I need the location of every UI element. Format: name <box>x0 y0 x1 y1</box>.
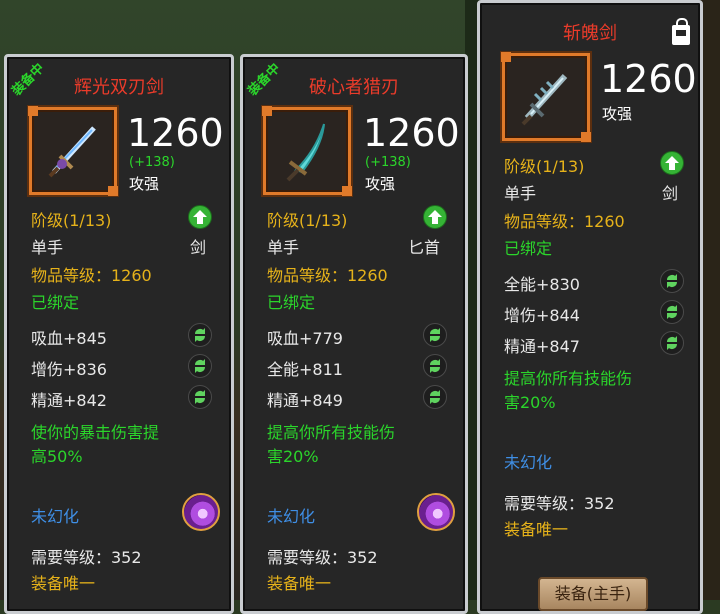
stat-line: 增伤+836 <box>31 360 107 379</box>
item-weapon-type: 匕首 <box>408 238 441 257</box>
reforge-cycle-icon[interactable] <box>423 385 447 409</box>
item-bound: 已绑定 <box>504 239 553 258</box>
item-level: 物品等级：1260 <box>31 266 152 285</box>
item-power-value: 1260 <box>127 111 224 155</box>
power-delta: (+138) <box>129 155 175 170</box>
reforge-cycle-icon[interactable] <box>423 323 447 347</box>
upgrade-arrow-icon[interactable] <box>188 205 212 229</box>
effect-text-line: 高50% <box>31 447 83 466</box>
stat-line: 吸血+845 <box>31 329 107 348</box>
stat-line: 精通+849 <box>267 391 343 410</box>
required-level: 需要等级：352 <box>504 494 615 513</box>
item-tier: 阶级(1/13) <box>267 211 348 230</box>
item-hand: 单手 <box>31 238 64 257</box>
unique-equip: 装备唯一 <box>267 574 332 593</box>
effect-text-line: 提高你所有技能伤 <box>504 369 633 388</box>
item-weapon-type: 剑 <box>190 238 207 257</box>
item-icon-frame[interactable] <box>28 106 118 196</box>
stat-line: 全能+830 <box>504 275 580 294</box>
item-icon-frame[interactable] <box>501 52 591 142</box>
illusion-status: 未幻化 <box>267 507 316 526</box>
transmog-orb-icon[interactable] <box>417 493 455 531</box>
item-level: 物品等级：1260 <box>504 212 625 231</box>
upgrade-arrow-icon[interactable] <box>423 205 447 229</box>
item-bound: 已绑定 <box>31 293 80 312</box>
item-level: 物品等级：1260 <box>267 266 388 285</box>
item-name: 破心者猎刃 <box>309 77 399 98</box>
effect-text-line: 提高你所有技能伤 <box>267 423 396 442</box>
dagger-icon <box>286 123 325 182</box>
stat-line: 全能+811 <box>267 360 343 379</box>
stat-line: 吸血+779 <box>267 329 343 348</box>
power-label: 攻强 <box>129 175 160 193</box>
sword-icon <box>521 73 568 126</box>
equip-main-hand-button[interactable]: 装备(主手) <box>538 577 648 611</box>
item-name: 辉光双刃剑 <box>74 77 164 98</box>
required-level: 需要等级：352 <box>31 548 142 567</box>
item-card-equipped-1[interactable]: 装备中 辉光双刃剑 1260 (+138) 攻强 阶级(1/13) 单手 剑 物… <box>4 54 234 614</box>
reforge-cycle-icon[interactable] <box>660 269 684 293</box>
stat-line: 精通+842 <box>31 391 107 410</box>
item-card-equipped-2[interactable]: 装备中 破心者猎刃 1260 (+138) 攻强 阶级(1/13) 单手 匕首 … <box>240 54 468 614</box>
reforge-cycle-icon[interactable] <box>660 331 684 355</box>
item-hand: 单手 <box>267 238 300 257</box>
item-card-candidate[interactable]: 斩魄剑 1260 攻强 阶级(1/13) 单手 剑 物品等级：1260 已绑定 … <box>477 0 703 614</box>
item-weapon-type: 剑 <box>662 184 679 203</box>
reforge-cycle-icon[interactable] <box>188 354 212 378</box>
item-icon-frame[interactable] <box>262 106 352 196</box>
effect-text-line: 害20% <box>504 393 556 412</box>
transmog-orb-icon[interactable] <box>182 493 220 531</box>
illusion-status: 未幻化 <box>504 453 553 472</box>
lock-icon[interactable] <box>672 18 690 45</box>
reforge-cycle-icon[interactable] <box>188 385 212 409</box>
power-label: 攻强 <box>602 105 633 123</box>
required-level: 需要等级：352 <box>267 548 378 567</box>
item-bound: 已绑定 <box>267 293 316 312</box>
item-power-value: 1260 <box>600 57 697 101</box>
background-wall <box>700 0 720 600</box>
item-name: 斩魄剑 <box>563 23 617 44</box>
unique-equip: 装备唯一 <box>504 520 569 539</box>
stat-line: 精通+847 <box>504 337 580 356</box>
item-tier: 阶级(1/13) <box>31 211 112 230</box>
unique-equip: 装备唯一 <box>31 574 96 593</box>
reforge-cycle-icon[interactable] <box>423 354 447 378</box>
reforge-cycle-icon[interactable] <box>660 300 684 324</box>
power-label: 攻强 <box>365 175 396 193</box>
illusion-status: 未幻化 <box>31 507 80 526</box>
item-power-value: 1260 <box>363 111 460 155</box>
power-delta: (+138) <box>365 155 411 170</box>
item-hand: 单手 <box>504 184 537 203</box>
upgrade-arrow-icon[interactable] <box>660 151 684 175</box>
sword-icon <box>48 126 96 178</box>
stat-line: 增伤+844 <box>504 306 580 325</box>
effect-text-line: 害20% <box>267 447 319 466</box>
item-tier: 阶级(1/13) <box>504 157 585 176</box>
reforge-cycle-icon[interactable] <box>188 323 212 347</box>
effect-text-line: 使你的暴击伤害提 <box>31 423 160 442</box>
